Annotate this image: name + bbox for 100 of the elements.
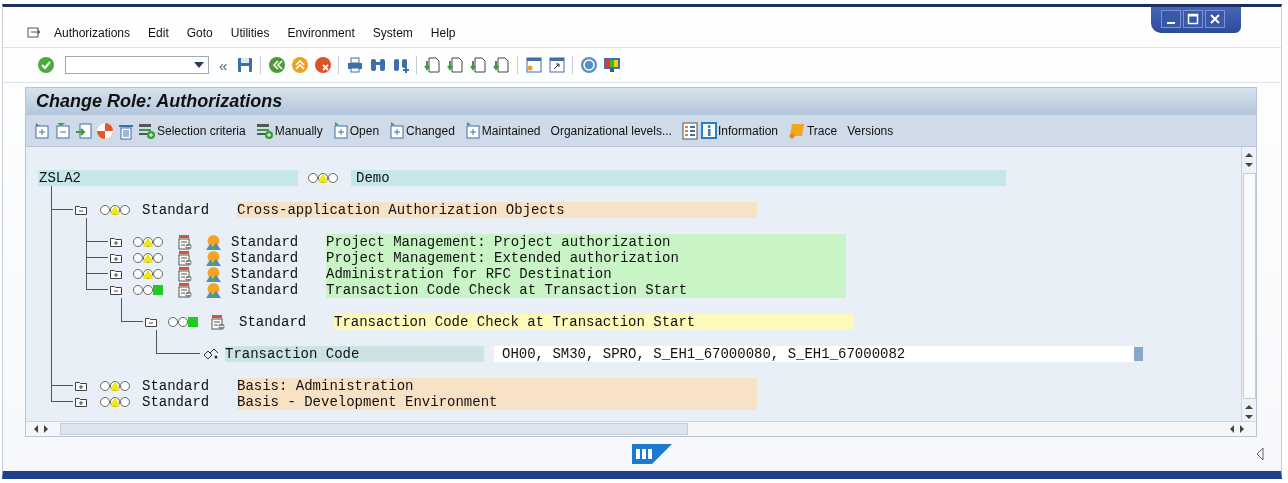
maintenance-status: Standard <box>231 250 300 266</box>
menu-item[interactable]: Authorizations <box>54 26 131 40</box>
checklist-icon[interactable] <box>681 121 698 140</box>
folder-icon[interactable] <box>110 285 122 295</box>
close-icon <box>1209 13 1221 25</box>
horizontal-scrollbar[interactable] <box>26 421 1256 436</box>
maintenance-status: Standard <box>142 394 211 410</box>
help-icon[interactable] <box>579 56 598 74</box>
maintenance-status: Standard <box>231 266 300 282</box>
page-arrow-icon[interactable] <box>469 56 488 74</box>
back-icon[interactable] <box>267 56 286 74</box>
scroll-down-icon[interactable] <box>1244 161 1254 169</box>
value-edit-marker[interactable] <box>1134 347 1143 361</box>
traffic-light-icon <box>100 204 130 216</box>
traffic-light-icon <box>133 252 163 264</box>
toolbar-button[interactable]: Manually <box>255 118 333 143</box>
menu-item[interactable]: Utilities <box>230 26 270 40</box>
maintenance-status: Standard <box>142 378 211 394</box>
page-arrow-icon[interactable] <box>492 56 511 74</box>
monitor-icon[interactable] <box>602 56 621 74</box>
folder-icon[interactable] <box>110 237 122 247</box>
collapse-icon[interactable] <box>54 121 72 140</box>
scroll-thumb[interactable] <box>1242 173 1256 399</box>
command-field[interactable] <box>65 56 209 74</box>
page-arrow-icon[interactable] <box>423 56 442 74</box>
print-icon[interactable] <box>345 56 364 74</box>
scroll-arrows-icon[interactable] <box>1228 424 1246 434</box>
description: Project Management: Extended authorization <box>326 250 846 266</box>
description: Administration for RFC Destination <box>326 266 846 282</box>
folder-icon[interactable] <box>75 205 87 215</box>
description: Project Management: Project authorization <box>326 234 846 250</box>
role-name: ZSLA2 <box>38 170 298 186</box>
scroll-up-icon[interactable] <box>1244 403 1254 411</box>
menu-item[interactable]: Edit <box>148 26 169 40</box>
scroll-up-icon[interactable] <box>1244 151 1254 159</box>
minimize-icon <box>1167 22 1175 24</box>
binoculars-plus-icon[interactable] <box>391 56 410 74</box>
traffic-light-icon <box>308 172 338 184</box>
history-toggle[interactable]: « <box>219 56 228 74</box>
maintenance-status: Standard <box>239 314 308 330</box>
square-plus-icon <box>332 122 349 139</box>
toolbar-button[interactable]: Changed <box>389 118 465 143</box>
list-plus-icon <box>255 122 274 139</box>
document-icon[interactable] <box>178 234 192 250</box>
menu-item[interactable]: Help <box>430 26 456 40</box>
dropdown-icon <box>194 62 204 68</box>
scroll-thumb[interactable] <box>60 423 688 435</box>
toolbar-button[interactable]: Versions <box>847 118 904 143</box>
list-plus-icon <box>138 122 156 139</box>
maintenance-status: Standard <box>231 282 300 298</box>
folder-icon[interactable] <box>75 381 87 391</box>
scroll-arrows-icon[interactable] <box>32 424 50 434</box>
check-icon[interactable] <box>36 56 55 74</box>
traffic-light-icon <box>133 236 163 248</box>
binoculars-icon[interactable] <box>368 56 387 74</box>
folder-icon[interactable] <box>75 397 87 407</box>
folder-icon[interactable] <box>145 317 157 327</box>
maintenance-status: Standard <box>231 234 300 250</box>
vertical-scrollbar[interactable] <box>1241 147 1256 421</box>
toolbar-button[interactable]: Trace <box>788 118 848 143</box>
description: Demo <box>351 170 1006 186</box>
document-icon[interactable] <box>178 266 192 282</box>
save-icon[interactable] <box>235 56 254 74</box>
traffic-light-icon <box>133 268 163 280</box>
close-button[interactable] <box>1205 10 1225 28</box>
document-icon[interactable] <box>211 314 225 330</box>
move-icon[interactable] <box>75 121 93 140</box>
shortcut-icon[interactable] <box>547 56 566 74</box>
menu-item[interactable]: Goto <box>186 26 213 40</box>
toolbar-button[interactable]: Selection criteria <box>138 118 256 143</box>
tree-line <box>121 298 143 322</box>
traffic-light-icon <box>133 284 163 296</box>
toolbar-button[interactable]: Organizational levels... <box>550 118 682 143</box>
info-icon <box>700 122 717 139</box>
document-icon[interactable] <box>178 250 192 266</box>
toolbar-button[interactable]: Open <box>332 118 390 143</box>
menu-item[interactable]: System <box>372 26 413 40</box>
cancel-icon[interactable] <box>313 56 332 74</box>
field-label: Transaction Code <box>225 346 484 362</box>
maximize-button[interactable] <box>1183 10 1203 28</box>
document-icon[interactable] <box>178 282 192 298</box>
maximize-icon <box>1187 13 1199 25</box>
field-value[interactable]: OH00, SM30, SPRO, S_EH1_67000080, S_EH1_67000082 <box>494 346 1134 362</box>
minimize-button[interactable] <box>1161 10 1181 28</box>
toolbar-button[interactable]: Information <box>700 118 788 143</box>
lifebuoy-icon[interactable] <box>96 121 114 140</box>
menu-item[interactable]: Environment <box>287 26 355 40</box>
scroll-icon <box>788 122 806 139</box>
page-arrow-icon[interactable] <box>446 56 465 74</box>
traffic-light-icon <box>100 380 130 392</box>
expand-icon[interactable] <box>33 121 51 140</box>
new-window-icon[interactable] <box>524 56 543 74</box>
description: Basis: Administration <box>237 378 757 394</box>
toolbar-button[interactable]: Maintained <box>464 118 551 143</box>
status-toggle-icon[interactable] <box>1255 447 1265 461</box>
folder-icon[interactable] <box>110 253 122 263</box>
folder-icon[interactable] <box>110 269 122 279</box>
description: Transaction Code Check at Transaction Start <box>326 282 846 298</box>
traffic-light-icon <box>100 396 130 408</box>
menu-icon[interactable] <box>27 27 41 39</box>
